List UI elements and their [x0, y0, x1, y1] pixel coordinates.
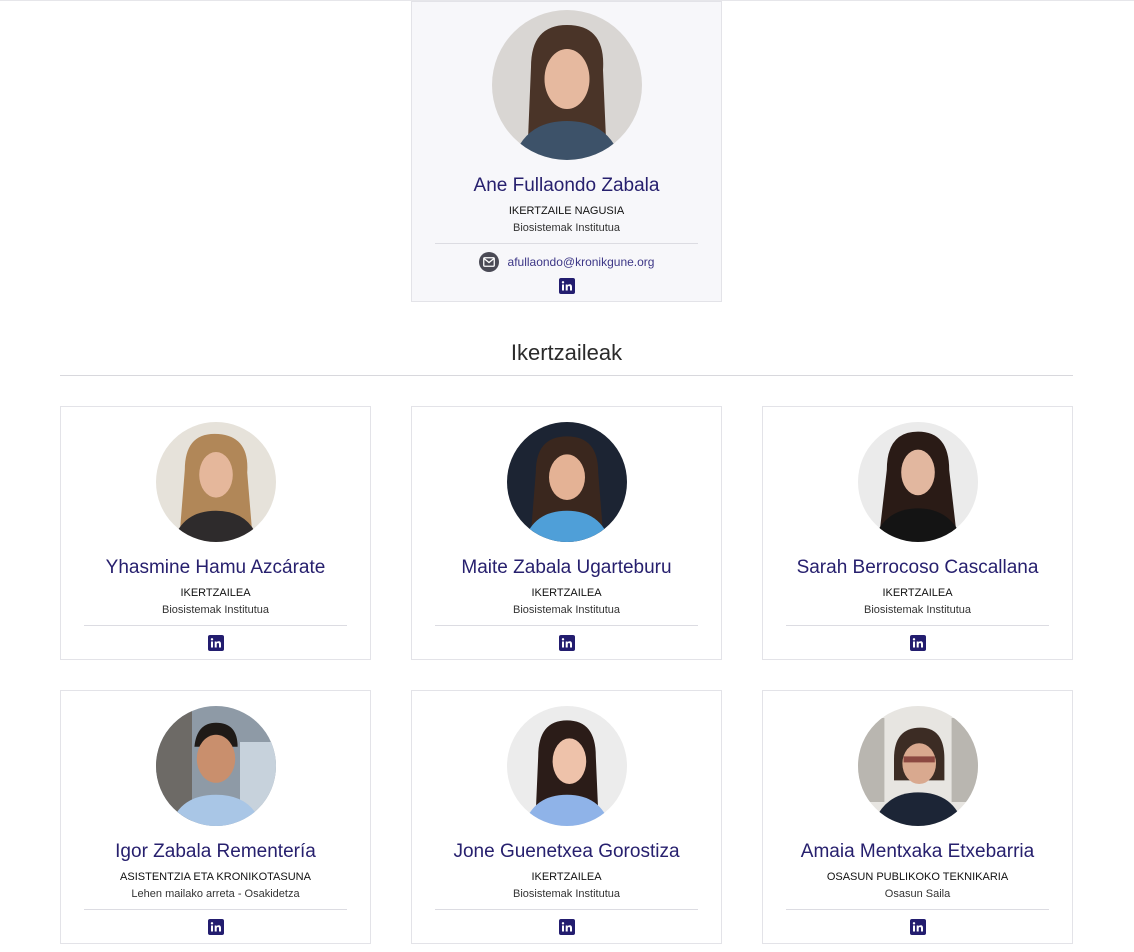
linkedin-icon[interactable] [558, 635, 575, 651]
featured-email-row: afullaondo@kronikgune.org [412, 252, 721, 272]
card-divider [786, 625, 1049, 626]
researcher-avatar [857, 422, 978, 542]
researcher-card: Yhasmine Hamu Azcárate IKERTZAILEA Biosi… [60, 406, 371, 660]
featured-linkedin-icon[interactable] [558, 278, 575, 294]
card-divider [786, 909, 1049, 910]
card-divider [435, 625, 698, 626]
researcher-avatar [155, 422, 276, 542]
researcher-name: Sarah Berrocoso Cascallana [796, 557, 1039, 578]
card-divider [435, 909, 698, 910]
featured-org: Biosistemak Institutua [513, 222, 620, 234]
researcher-name: Maite Zabala Ugarteburu [461, 557, 672, 578]
researcher-name: Igor Zabala Rementería [115, 841, 316, 862]
linkedin-icon[interactable] [207, 635, 224, 651]
researcher-name: Amaia Mentxaka Etxebarria [800, 841, 1035, 862]
linkedin-icon[interactable] [909, 919, 926, 935]
researcher-org: Biosistemak Institutua [864, 604, 971, 616]
researcher-card: Amaia Mentxaka Etxebarria OSASUN PUBLIKO… [762, 690, 1073, 944]
featured-role: IKERTZAILE NAGUSIA [508, 205, 625, 217]
researcher-org: Lehen mailako arreta - Osakidetza [131, 888, 300, 900]
researcher-card: Jone Guenetxea Gorostiza IKERTZAILEA Bio… [411, 690, 722, 944]
researcher-role: IKERTZAILEA [531, 871, 602, 883]
researcher-org: Osasun Saila [884, 888, 951, 900]
researcher-card: Maite Zabala Ugarteburu IKERTZAILEA Bios… [411, 406, 722, 660]
researcher-role: IKERTZAILEA [180, 587, 251, 599]
researcher-card: Igor Zabala Rementería ASISTENTZIA ETA K… [60, 690, 371, 944]
featured-profile-card: Ane Fullaondo Zabala IKERTZAILE NAGUSIA … [411, 1, 722, 302]
linkedin-icon[interactable] [909, 635, 926, 651]
card-divider [84, 625, 347, 626]
envelope-icon [478, 252, 499, 272]
researcher-avatar [506, 422, 627, 542]
researcher-avatar [506, 706, 627, 826]
section-divider [60, 375, 1073, 376]
card-divider [84, 909, 347, 910]
researcher-name: Jone Guenetxea Gorostiza [453, 841, 680, 862]
researcher-role: OSASUN PUBLIKOKO TEKNIKARIA [826, 871, 1009, 883]
featured-divider [435, 243, 698, 244]
researcher-card: Sarah Berrocoso Cascallana IKERTZAILEA B… [762, 406, 1073, 660]
researcher-avatar [155, 706, 276, 826]
researcher-role: IKERTZAILEA [882, 587, 953, 599]
featured-email-link[interactable]: afullaondo@kronikgune.org [508, 255, 655, 269]
researcher-avatar [857, 706, 978, 826]
featured-name: Ane Fullaondo Zabala [473, 175, 660, 196]
researcher-org: Biosistemak Institutua [513, 604, 620, 616]
researcher-org: Biosistemak Institutua [513, 888, 620, 900]
researcher-org: Biosistemak Institutua [162, 604, 269, 616]
researcher-role: IKERTZAILEA [531, 587, 602, 599]
researcher-name: Yhasmine Hamu Azcárate [105, 557, 326, 578]
linkedin-icon[interactable] [207, 919, 224, 935]
featured-avatar [491, 10, 642, 160]
researcher-role: ASISTENTZIA ETA KRONIKOTASUNA [120, 871, 311, 883]
section-title: Ikertzaileak [510, 340, 623, 365]
linkedin-icon[interactable] [558, 919, 575, 935]
